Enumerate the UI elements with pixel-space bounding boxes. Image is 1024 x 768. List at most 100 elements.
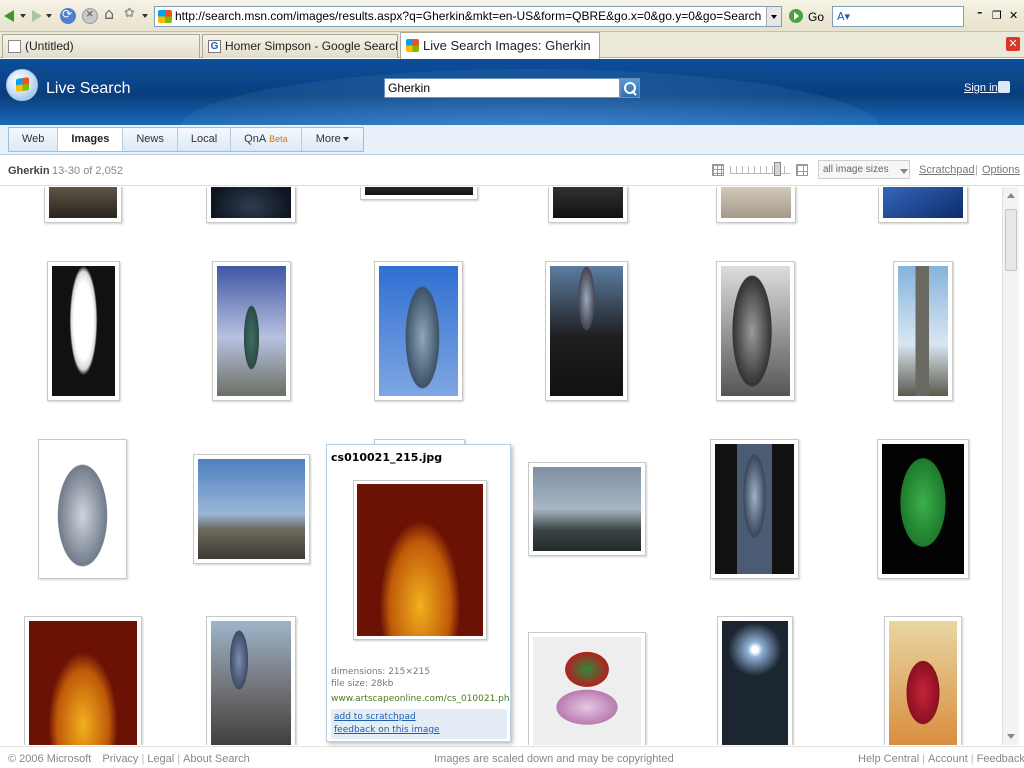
scratchpad-link[interactable]: Scratchpad — [919, 164, 975, 176]
footer-separator: | — [177, 753, 181, 765]
search-button[interactable] — [620, 78, 640, 98]
chevron-down-icon[interactable] — [900, 169, 908, 174]
preview-image[interactable] — [353, 480, 487, 640]
tab-google-search[interactable]: G Homer Simpson - Google Search — [202, 34, 398, 58]
image-result[interactable] — [548, 187, 628, 223]
scope-tab-web[interactable]: Web — [9, 128, 59, 151]
image-size-select[interactable]: all image sizes — [818, 160, 910, 179]
scope-tab-news[interactable]: News — [123, 128, 178, 151]
options-link[interactable]: Options — [982, 164, 1020, 176]
messenger-icon[interactable] — [998, 81, 1010, 93]
restore-icon[interactable]: ❐ — [992, 9, 1002, 22]
scroll-up-icon[interactable] — [1003, 187, 1019, 203]
address-dropdown-button[interactable] — [766, 7, 781, 26]
image-preview-popup[interactable]: cs010021_215.jpg dimensions: 215×215 fil… — [326, 444, 511, 742]
windows-flag-icon — [406, 39, 419, 52]
footer-right: Help Central | Account | Feedback — [858, 753, 1024, 765]
image-result[interactable] — [193, 454, 310, 564]
brand-name[interactable]: Live Search — [46, 80, 131, 98]
site-header: Live Search Gherkin Sign in — [0, 59, 1024, 125]
scope-tab-qna[interactable]: QnA Beta — [231, 128, 302, 151]
go-button[interactable]: Go — [808, 10, 824, 24]
reload-icon[interactable] — [60, 7, 76, 24]
image-feedback-link[interactable]: feedback on this image — [334, 725, 440, 735]
address-text[interactable]: http://search.msn.com/images/results.asp… — [175, 9, 765, 23]
search-input[interactable]: Gherkin — [384, 78, 620, 98]
back-arrow-icon[interactable] — [4, 8, 20, 24]
tab-untitled[interactable]: (Untitled) — [2, 34, 200, 58]
thumbnail-image — [211, 187, 291, 218]
back-dropdown-icon[interactable] — [20, 14, 26, 18]
image-result[interactable] — [212, 261, 291, 401]
scope-tab-images[interactable]: Images — [58, 128, 124, 151]
browser-search-field[interactable]: A▾ — [832, 6, 964, 27]
scope-label: Images — [71, 133, 110, 145]
image-result[interactable] — [893, 261, 953, 401]
thumbnail-size-slider[interactable] — [730, 166, 790, 174]
search-engine-icon[interactable]: A▾ — [837, 10, 850, 23]
legal-link[interactable]: Legal — [147, 753, 174, 765]
help-central-link[interactable]: Help Central — [858, 753, 919, 765]
extension-icon[interactable] — [124, 6, 140, 24]
image-result[interactable] — [360, 187, 478, 200]
image-result[interactable] — [47, 261, 120, 401]
go-arrow-icon[interactable] — [789, 9, 803, 23]
image-result[interactable] — [710, 439, 799, 579]
tab-bar: (Untitled) G Homer Simpson - Google Sear… — [0, 32, 1024, 59]
account-link[interactable]: Account — [928, 753, 968, 765]
image-result[interactable] — [206, 616, 296, 745]
thumbnail-image — [533, 467, 641, 551]
forward-dropdown-icon[interactable] — [46, 14, 52, 18]
result-range: 13-30 of 2,052 — [52, 165, 123, 177]
live-search-logo-icon[interactable] — [6, 69, 38, 101]
image-result[interactable] — [374, 261, 463, 401]
home-icon[interactable] — [104, 4, 120, 24]
thumbnail-image — [365, 187, 473, 195]
minimize-icon[interactable]: – — [977, 6, 983, 19]
privacy-link[interactable]: Privacy — [102, 753, 138, 765]
image-result[interactable] — [716, 261, 795, 401]
slider-handle[interactable] — [774, 162, 781, 176]
image-result[interactable] — [717, 616, 793, 745]
image-result[interactable] — [716, 187, 796, 223]
extension-dropdown-icon[interactable] — [142, 14, 148, 18]
feedback-link[interactable]: Feedback — [977, 753, 1024, 765]
scope-tab-more[interactable]: More — [302, 128, 363, 151]
scroll-thumb[interactable] — [1005, 209, 1017, 271]
thumbnail-image — [49, 187, 117, 218]
image-result[interactable] — [878, 187, 968, 223]
tab-live-search-images[interactable]: Live Search Images: Gherkin — [400, 32, 600, 59]
result-query-label: Gherkin — [8, 165, 50, 177]
close-window-icon[interactable]: ✕ — [1009, 9, 1018, 22]
forward-arrow-icon[interactable] — [30, 8, 46, 24]
vertical-scrollbar[interactable] — [1002, 187, 1019, 745]
preview-source-url[interactable]: www.artscapeonline.com/cs_010021.php — [331, 694, 509, 704]
scroll-down-icon[interactable] — [1003, 729, 1019, 745]
image-result[interactable] — [528, 462, 646, 556]
close-tab-icon[interactable]: ✕ — [1006, 37, 1020, 51]
about-search-link[interactable]: About Search — [183, 753, 250, 765]
thumbnail-image — [883, 187, 963, 218]
chevron-down-icon — [342, 137, 349, 142]
scope-tab-local[interactable]: Local — [178, 128, 232, 151]
address-bar[interactable]: http://search.msn.com/images/results.asp… — [154, 6, 782, 27]
image-result[interactable] — [884, 616, 962, 745]
thumbnail-image — [898, 266, 948, 396]
image-result[interactable] — [206, 187, 296, 223]
large-thumbnails-icon[interactable] — [796, 164, 808, 176]
small-thumbnails-icon[interactable] — [712, 164, 724, 176]
search-query-text[interactable]: Gherkin — [388, 81, 430, 95]
scope-label: QnA — [244, 133, 267, 145]
stop-icon[interactable] — [82, 6, 98, 24]
image-result[interactable] — [38, 439, 127, 579]
image-result[interactable] — [545, 261, 628, 401]
preview-actions: add to scratchpad feedback on this image — [331, 709, 507, 739]
preview-thumbnail — [357, 484, 483, 636]
image-result[interactable] — [877, 439, 969, 579]
sign-in-link[interactable]: Sign in — [964, 82, 998, 94]
add-to-scratchpad-link[interactable]: add to scratchpad — [334, 712, 416, 722]
tab-label: Live Search Images: Gherkin — [423, 38, 591, 53]
image-result[interactable] — [44, 187, 122, 223]
image-result[interactable] — [24, 616, 142, 745]
image-result[interactable] — [528, 632, 646, 745]
